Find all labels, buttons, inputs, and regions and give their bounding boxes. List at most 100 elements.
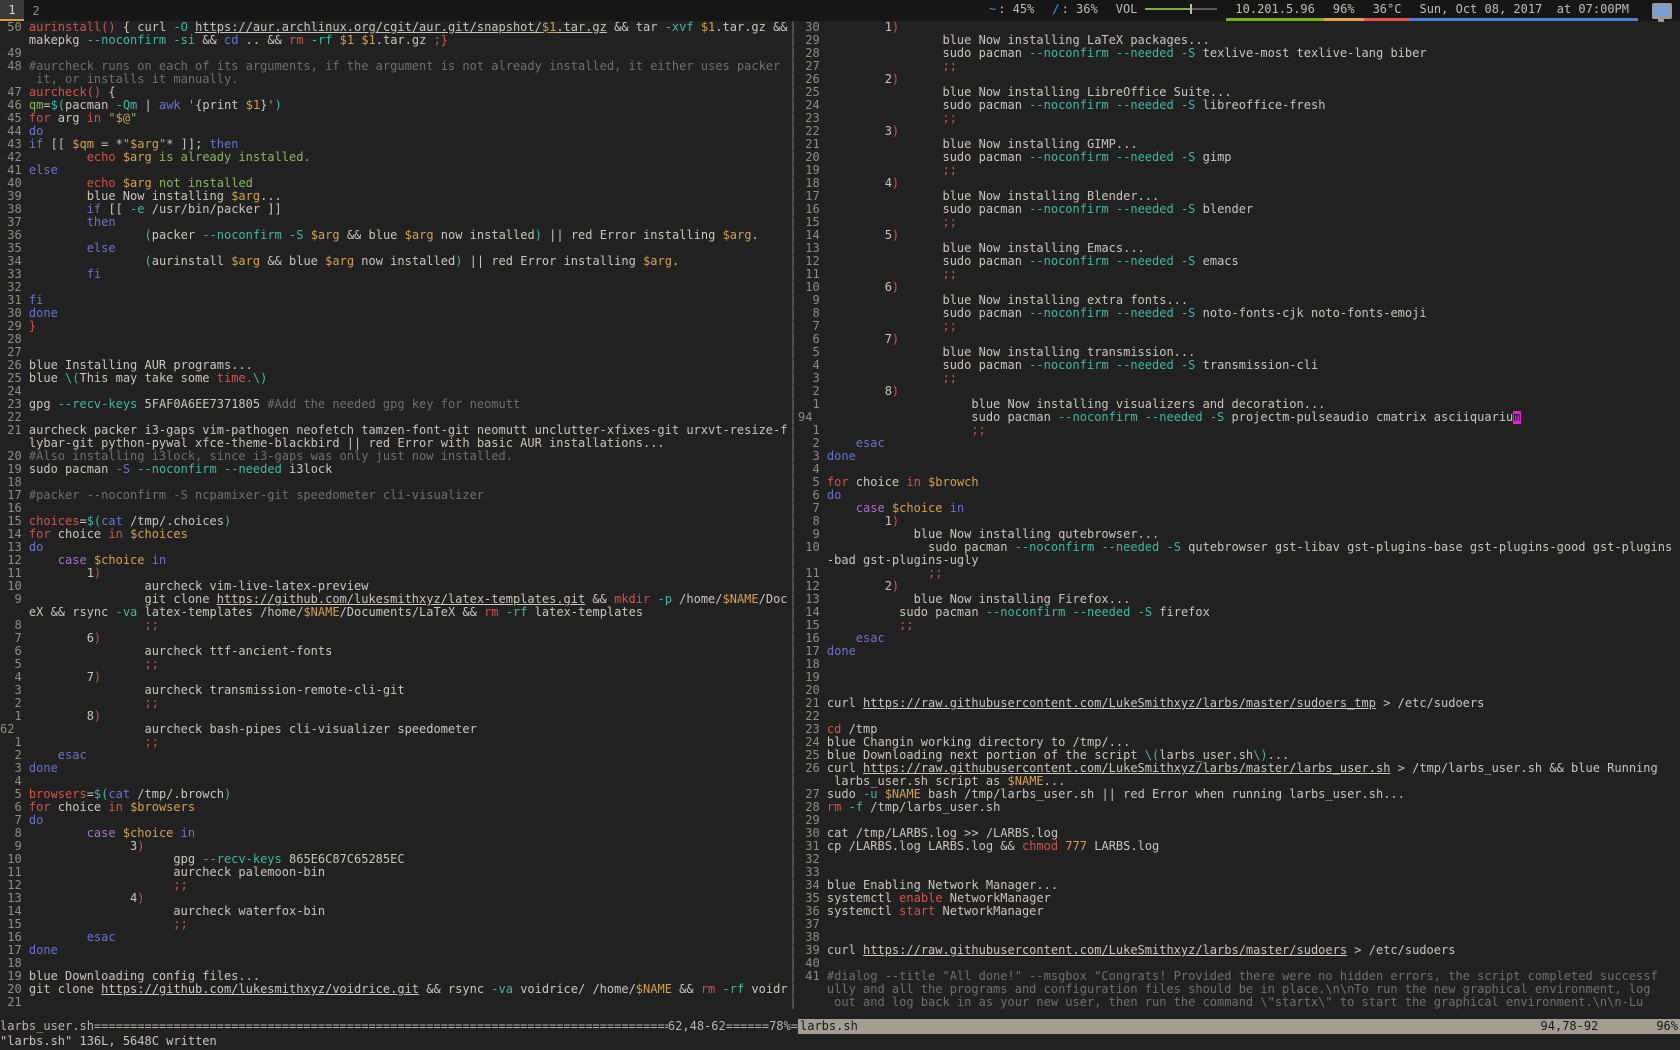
code-line[interactable]: 27sudo -u $NAME bash /tmp/larbs_user.sh … xyxy=(798,788,1680,801)
code-line[interactable]: 33 fi xyxy=(0,268,788,281)
code-line[interactable]: 23 ;; xyxy=(798,112,1680,125)
code-line[interactable]: 11 1) xyxy=(0,567,788,580)
code-line[interactable]: 38 if [[ -e /usr/bin/packer ]] xyxy=(0,203,788,216)
code-line[interactable]: 12 sudo pacman --noconfirm --needed -S e… xyxy=(798,255,1680,268)
code-line[interactable]: 14 5) xyxy=(798,229,1680,242)
code-line[interactable]: makepkg --noconfirm -si && cd .. && rm -… xyxy=(0,34,788,47)
code-line[interactable]: 9 git clone https://github.com/lukesmith… xyxy=(0,593,788,606)
code-line[interactable]: 17 blue Now installing Blender... xyxy=(798,190,1680,203)
code-line[interactable]: 16 esac xyxy=(798,632,1680,645)
code-line[interactable]: 26curl https://raw.githubusercontent.com… xyxy=(798,762,1680,775)
vim-left-pane[interactable]: 50aurinstall() { curl -O https://aur.arc… xyxy=(0,21,788,1019)
code-line[interactable]: 24 sudo pacman --noconfirm --needed -S l… xyxy=(798,99,1680,112)
code-line[interactable]: 9 blue Now installing qutebrowser... xyxy=(798,528,1680,541)
code-line[interactable]: it, or installs it manually. xyxy=(0,73,788,86)
code-line[interactable]: 29 blue Now installing LaTeX packages... xyxy=(798,34,1680,47)
code-line[interactable]: 12 ;; xyxy=(0,879,788,892)
code-line[interactable]: 21aurcheck packer i3-gaps vim-pathogen n… xyxy=(0,424,788,437)
code-line[interactable]: 12 2) xyxy=(798,580,1680,593)
code-line[interactable]: 42 echo $arg is already installed. xyxy=(0,151,788,164)
workspace-button-1[interactable]: 1 xyxy=(0,0,24,21)
code-line[interactable]: 41else xyxy=(0,164,788,177)
code-line[interactable]: 13 blue Now installing Firefox... xyxy=(798,593,1680,606)
system-tray[interactable] xyxy=(1638,0,1680,21)
code-line[interactable]: out and log back in as your new user, th… xyxy=(798,996,1680,1009)
code-line[interactable]: 45for arg in "$@" xyxy=(0,112,788,125)
code-line[interactable]: 18 xyxy=(0,957,788,970)
code-line[interactable]: 25 blue Now installing LibreOffice Suite… xyxy=(798,86,1680,99)
code-line[interactable]: 15 ;; xyxy=(798,619,1680,632)
code-line[interactable]: 25blue Downloading next portion of the s… xyxy=(798,749,1680,762)
code-line[interactable]: 5for choice in $browch xyxy=(798,476,1680,489)
code-line[interactable]: 3 aurcheck transmission-remote-cli-git xyxy=(0,684,788,697)
code-line[interactable]: 24blue Changin working directory to /tmp… xyxy=(798,736,1680,749)
code-line[interactable]: 29} xyxy=(0,320,788,333)
code-line[interactable]: 28rm -f /tmp/larbs_user.sh xyxy=(798,801,1680,814)
code-line[interactable]: 10 6) xyxy=(798,281,1680,294)
code-line[interactable]: 48#aurcheck runs on each of its argument… xyxy=(0,60,788,73)
code-line[interactable]: lybar-git python-pywal xfce-theme-blackb… xyxy=(0,437,788,450)
code-line[interactable]: 21 blue Now installing GIMP... xyxy=(798,138,1680,151)
code-line[interactable]: 27 ;; xyxy=(798,60,1680,73)
code-line[interactable]: 7 6) xyxy=(0,632,788,645)
code-line[interactable]: 37 then xyxy=(0,216,788,229)
code-line[interactable]: 3 ;; xyxy=(798,372,1680,385)
code-line[interactable]: 16 xyxy=(0,502,788,515)
code-line[interactable]: 8 1) xyxy=(798,515,1680,528)
code-line[interactable]: 17done xyxy=(0,944,788,957)
code-line[interactable]: 3done xyxy=(0,762,788,775)
code-line[interactable]: 9 blue Now installing extra fonts... xyxy=(798,294,1680,307)
code-line[interactable]: 5browsers=$(cat /tmp/.browch) xyxy=(0,788,788,801)
code-line[interactable]: 40 xyxy=(798,957,1680,970)
code-line[interactable]: 13 4) xyxy=(0,892,788,905)
code-line[interactable]: 15 ;; xyxy=(0,918,788,931)
code-line[interactable]: 18 xyxy=(798,658,1680,671)
code-line[interactable]: 12 case $choice in xyxy=(0,554,788,567)
code-line[interactable]: 10 sudo pacman --noconfirm --needed -S q… xyxy=(798,541,1680,554)
code-line[interactable]: 47aurcheck() { xyxy=(0,86,788,99)
code-line[interactable]: 5 blue Now installing transmission... xyxy=(798,346,1680,359)
code-line[interactable]: 19sudo pacman -S --noconfirm --needed i3… xyxy=(0,463,788,476)
code-line[interactable]: 18 4) xyxy=(798,177,1680,190)
code-line[interactable]: 30 1) xyxy=(798,21,1680,34)
code-line[interactable]: 19 xyxy=(798,671,1680,684)
code-line[interactable]: 29 xyxy=(798,814,1680,827)
code-line[interactable]: 26 2) xyxy=(798,73,1680,86)
code-line[interactable]: 23cd /tmp xyxy=(798,723,1680,736)
code-line[interactable]: 50aurinstall() { curl -O https://aur.arc… xyxy=(0,21,788,34)
code-line[interactable]: 35 else xyxy=(0,242,788,255)
code-line[interactable]: 32 xyxy=(0,281,788,294)
code-line[interactable]: 13do xyxy=(0,541,788,554)
code-line[interactable]: 15choices=$(cat /tmp/.choices) xyxy=(0,515,788,528)
code-line[interactable]: 31cp /LARBS.log LARBS.log && chmod 777 L… xyxy=(798,840,1680,853)
code-line[interactable]: 13 blue Now installing Emacs... xyxy=(798,242,1680,255)
code-line[interactable]: 18 xyxy=(0,476,788,489)
code-line[interactable]: 19 ;; xyxy=(798,164,1680,177)
code-line[interactable]: 1 ;; xyxy=(798,424,1680,437)
code-line[interactable]: 17#packer --noconfirm -S ncpamixer-git s… xyxy=(0,489,788,502)
code-line[interactable]: 9 3) xyxy=(0,840,788,853)
code-line[interactable]: 21curl https://raw.githubusercontent.com… xyxy=(798,697,1680,710)
code-line[interactable]: 23gpg --recv-keys 5FAF0A6EE7371805 #Add … xyxy=(0,398,788,411)
code-line[interactable]: 10 aurcheck vim-live-latex-preview xyxy=(0,580,788,593)
code-line[interactable]: 22 xyxy=(0,411,788,424)
code-line[interactable]: 25blue \(This may take some time.\) xyxy=(0,372,788,385)
code-line[interactable]: 20 xyxy=(798,684,1680,697)
code-line[interactable]: 10 gpg --recv-keys 865E6C87C65285EC xyxy=(0,853,788,866)
code-line[interactable]: 30cat /tmp/LARBS.log >> /LARBS.log xyxy=(798,827,1680,840)
code-line[interactable]: 8 case $choice in xyxy=(0,827,788,840)
code-line[interactable]: 21 xyxy=(0,996,788,1009)
code-line[interactable]: 24 xyxy=(0,385,788,398)
code-line[interactable]: 38 xyxy=(798,931,1680,944)
code-line[interactable]: 43if [[ $qm = *"$arg"* ]]; then xyxy=(0,138,788,151)
code-line[interactable]: 39 blue Now installing $arg... xyxy=(0,190,788,203)
code-line[interactable]: 46qm=$(pacman -Qm | awk '{print $1}') xyxy=(0,99,788,112)
code-line[interactable]: 49 xyxy=(0,47,788,60)
code-line[interactable]: 94 sudo pacman --noconfirm --needed -S p… xyxy=(798,411,1680,424)
code-line[interactable]: 11 ;; xyxy=(798,268,1680,281)
code-line[interactable]: 6do xyxy=(798,489,1680,502)
code-line[interactable]: 6 7) xyxy=(798,333,1680,346)
code-line[interactable]: 20 sudo pacman --noconfirm --needed -S g… xyxy=(798,151,1680,164)
code-line[interactable]: 20#Also installing i3lock, since i3-gaps… xyxy=(0,450,788,463)
code-line[interactable]: 4 xyxy=(798,463,1680,476)
